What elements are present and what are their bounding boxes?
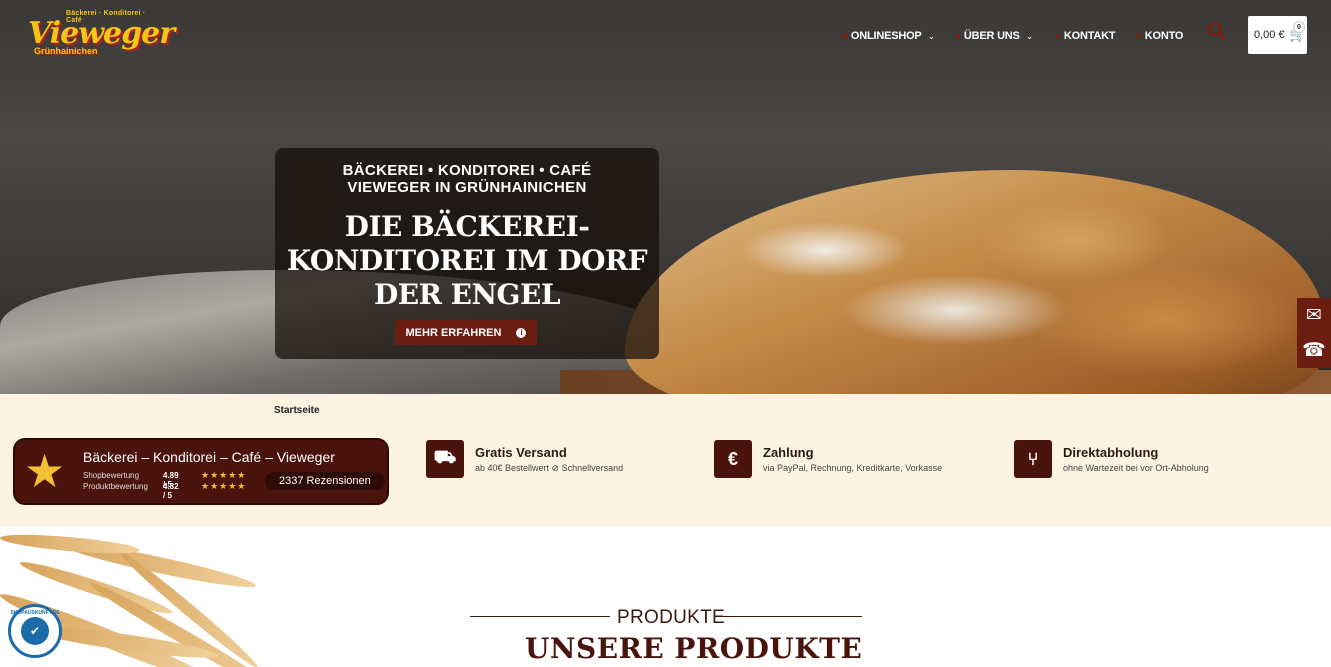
search-icon[interactable]	[1207, 21, 1227, 41]
shop-stars-icon: ★★★★★	[201, 470, 247, 480]
nav-onlineshop[interactable]: ■ ONLINESHOP ⌄	[842, 28, 935, 44]
cart-button[interactable]: 0,00 € 🛒 0	[1248, 16, 1307, 54]
product-stars-icon: ★★★★★	[201, 481, 247, 491]
envelope-icon[interactable]: ✉	[1297, 298, 1331, 333]
hero-kicker: BÄCKEREI • KONDITOREI • CAFÉ VIEWEGER IN…	[275, 162, 659, 196]
info-icon: i	[516, 327, 527, 338]
star-icon: ★	[24, 445, 66, 497]
site-logo[interactable]: Bäckerei · Konditorei · Café Vieweger Gr…	[22, 8, 175, 60]
heart-icon: ♥	[1136, 30, 1142, 42]
rating-widget[interactable]: ★ Bäckerei – Konditorei – Café – Viewege…	[13, 438, 389, 505]
feature-subtitle: via PayPal, Rechnung, Kreditkarte, Vorka…	[763, 463, 943, 473]
section-divider-right	[722, 616, 862, 617]
shop-rating-row: Shopbewertung 4.89 / 5 ★★★★★	[83, 470, 245, 489]
nav-konto[interactable]: ♥ KONTO	[1136, 28, 1183, 44]
nav-label: KONTO	[1144, 30, 1184, 42]
product-rating-value: 4.82 / 5	[163, 482, 179, 500]
badge-label: SHOPAUSKUNFT.DE	[10, 610, 60, 616]
product-rating-row: Produktbewertung 4.82 / 5 ★★★★★	[83, 481, 245, 500]
breadcrumb[interactable]: Startseite	[274, 405, 320, 416]
basket-icon: ■	[842, 30, 848, 42]
cta-label: MEHR ERFAHREN	[405, 326, 502, 339]
section-kicker: PRODUKTE	[617, 607, 725, 628]
logo-place: Grünhainichen	[34, 46, 98, 56]
nav-kontakt[interactable]: ● KONTAKT	[1055, 28, 1116, 44]
hero-kicker-line1: BÄCKEREI • KONDITOREI • CAFÉ	[342, 162, 592, 179]
section-title: UNSERE PRODUKTE	[525, 632, 863, 665]
section-divider-left	[470, 616, 610, 617]
feature-subtitle: ab 40€ Bestellwert ⊘ Schnellversand	[475, 463, 624, 473]
phone-icon[interactable]: ☎	[1297, 333, 1331, 368]
feature-title: Gratis Versand	[475, 445, 567, 460]
shopauskunft-badge[interactable]: SHOPAUSKUNFT.DE ✔	[8, 604, 62, 658]
hero-banner	[0, 0, 1331, 394]
cart-total: 0,00 €	[1254, 29, 1285, 41]
user-icon: ●	[1055, 30, 1061, 42]
shop-rating-label: Shopbewertung	[83, 471, 140, 480]
side-contact-bar: ✉ ☎	[1297, 298, 1331, 368]
rating-title: Bäckerei – Konditorei – Café – Vieweger	[83, 449, 335, 465]
nav-ueber-uns[interactable]: ● ÜBER UNS ⌄	[955, 28, 1033, 44]
nav-label: KONTAKT	[1063, 30, 1116, 42]
hero-kicker-line2: VIEWEGER IN GRÜNHAINICHEN	[347, 179, 587, 196]
people-icon: ●	[955, 30, 961, 42]
hero-card: BÄCKEREI • KONDITOREI • CAFÉ VIEWEGER IN…	[275, 148, 659, 359]
euro-icon: €	[714, 440, 752, 478]
basket-icon: ⑂	[1014, 440, 1052, 478]
nav-label: ONLINESHOP	[850, 30, 922, 42]
bread-loaf-image	[625, 170, 1325, 394]
mehr-erfahren-button[interactable]: MEHR ERFAHREN i	[395, 320, 537, 345]
nav-label: ÜBER UNS	[963, 30, 1020, 42]
truck-icon: ⛟	[426, 440, 464, 478]
chevron-down-icon: ⌄	[1025, 30, 1034, 41]
feature-title: Direktabholung	[1063, 445, 1159, 460]
reviews-count[interactable]: 2337 Rezensionen	[265, 472, 385, 490]
feature-subtitle: ohne Wartezeit bei vor Ort-Abholung	[1063, 463, 1209, 473]
hero-headline: DIE BÄCKEREI-KONDITOREI IM DORF DER ENGE…	[286, 210, 648, 311]
feature-title: Zahlung	[763, 445, 814, 460]
product-rating-label: Produktbewertung	[83, 482, 148, 491]
shopping-bag-icon: ✔	[21, 617, 49, 645]
cart-count-badge: 0	[1293, 21, 1305, 33]
chevron-down-icon: ⌄	[927, 30, 936, 41]
